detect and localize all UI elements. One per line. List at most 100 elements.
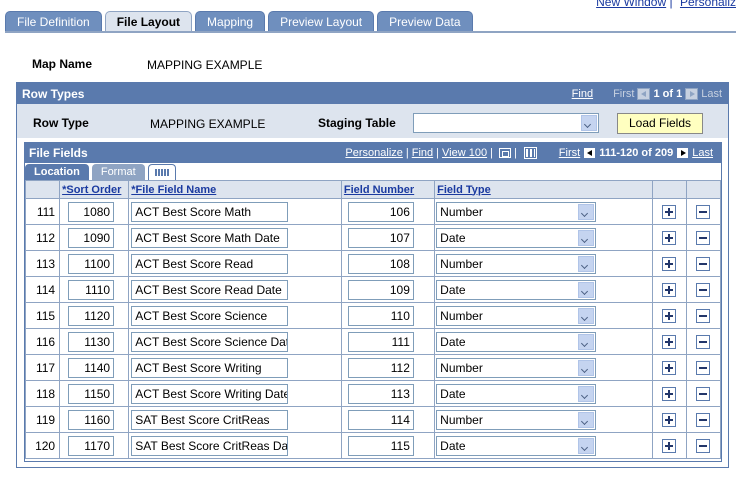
row-types-find-link[interactable]: Find <box>572 88 593 100</box>
field-type-select[interactable]: Number <box>436 253 597 274</box>
sort-order-input[interactable]: 1090 <box>68 227 115 248</box>
add-row-icon[interactable] <box>662 256 677 271</box>
file-field-name-input[interactable]: ACT Best Score Math <box>131 201 289 222</box>
file-fields-prev-icon[interactable] <box>583 147 597 159</box>
delete-row-icon[interactable] <box>696 334 711 349</box>
tab-format[interactable]: Format <box>91 164 145 180</box>
file-field-name-input[interactable]: ACT Best Score Math Date <box>131 227 289 248</box>
tab-location[interactable]: Location <box>25 164 89 180</box>
sort-order-input[interactable]: 1150 <box>68 383 115 404</box>
tab-preview-layout[interactable]: Preview Layout <box>268 11 375 32</box>
field-type-select[interactable]: Date <box>436 383 597 404</box>
sort-order-input[interactable]: 1080 <box>68 201 115 222</box>
field-number-input[interactable]: 115 <box>347 435 414 456</box>
personalize-link[interactable]: Personalize <box>345 143 402 163</box>
file-field-name-input[interactable]: ACT Best Score Writing <box>131 357 289 378</box>
download-grid-icon[interactable] <box>523 147 537 159</box>
file-fields-last-link[interactable]: Last <box>692 143 713 163</box>
tab-file-layout[interactable]: File Layout <box>104 11 193 32</box>
delete-row-icon[interactable] <box>696 360 711 375</box>
personalize-page-link[interactable]: Personaliz <box>680 0 736 9</box>
sort-order-input[interactable]: 1120 <box>68 305 115 326</box>
show-all-columns-icon[interactable] <box>147 164 176 180</box>
chevron-down-icon[interactable] <box>578 281 595 298</box>
file-field-name-input[interactable]: SAT Best Score CritReas Da <box>131 435 289 456</box>
field-number-input[interactable]: 108 <box>347 253 414 274</box>
file-field-name-input[interactable]: ACT Best Score Writing Date <box>131 383 289 404</box>
field-type-header[interactable]: Field Type <box>434 180 653 199</box>
file-field-name-input[interactable]: ACT Best Score Science <box>131 305 289 326</box>
field-type-select[interactable]: Number <box>436 201 597 222</box>
chevron-down-icon[interactable] <box>578 307 595 324</box>
chevron-down-icon[interactable] <box>578 203 595 220</box>
file-field-name-header[interactable]: *File Field Name <box>128 180 342 199</box>
sort-order-input[interactable]: 1100 <box>68 253 115 274</box>
delete-row-icon[interactable] <box>696 230 711 245</box>
tab-file-definition[interactable]: File Definition <box>5 11 102 32</box>
field-number-input[interactable]: 113 <box>347 383 414 404</box>
add-row-icon[interactable] <box>662 308 677 323</box>
field-number-input[interactable]: 107 <box>347 227 414 248</box>
chevron-down-icon[interactable] <box>581 115 597 131</box>
field-number-input[interactable]: 109 <box>347 279 414 300</box>
file-field-name-input[interactable]: ACT Best Score Read <box>131 253 289 274</box>
chevron-down-icon[interactable] <box>578 359 595 376</box>
add-row-icon[interactable] <box>662 438 677 453</box>
field-type-select[interactable]: Number <box>436 305 597 326</box>
chevron-down-icon[interactable] <box>578 229 595 246</box>
chevron-down-icon[interactable] <box>578 385 595 402</box>
sort-order-input[interactable]: 1130 <box>68 331 115 352</box>
view-100-link[interactable]: View 100 <box>442 143 487 163</box>
add-row-icon[interactable] <box>662 282 677 297</box>
tab-mapping[interactable]: Mapping <box>195 11 266 32</box>
sort-order-input[interactable]: 1140 <box>68 357 115 378</box>
file-field-name-input[interactable]: ACT Best Score Science Dat <box>131 331 289 352</box>
file-field-name-input[interactable]: ACT Best Score Read Date <box>131 279 289 300</box>
chevron-down-icon[interactable] <box>578 437 595 454</box>
field-type-select[interactable]: Date <box>436 435 597 456</box>
delete-row-icon[interactable] <box>696 412 711 427</box>
add-row-icon[interactable] <box>662 204 677 219</box>
sort-order-input[interactable]: 1170 <box>68 435 115 456</box>
file-fields-first-link[interactable]: First <box>559 143 580 163</box>
add-row-icon[interactable] <box>662 386 677 401</box>
field-type-select[interactable]: Date <box>436 331 597 352</box>
field-number-input[interactable]: 110 <box>347 305 414 326</box>
delete-row-icon[interactable] <box>696 204 711 219</box>
file-fields-next-icon[interactable] <box>676 147 690 159</box>
chevron-down-icon[interactable] <box>578 411 595 428</box>
sort-order-input[interactable]: 1160 <box>68 409 115 430</box>
view-window-icon[interactable] <box>498 148 511 158</box>
delete-row-icon[interactable] <box>696 256 711 271</box>
field-type-select[interactable]: Number <box>436 409 597 430</box>
delete-row-icon[interactable] <box>696 386 711 401</box>
file-field-name-input[interactable]: SAT Best Score CritReas <box>131 409 289 430</box>
field-type-select[interactable]: Date <box>436 279 597 300</box>
add-row-icon[interactable] <box>662 412 677 427</box>
sort-order-header[interactable]: *Sort Order <box>59 180 130 199</box>
add-row-icon[interactable] <box>662 360 677 375</box>
field-number-input[interactable]: 114 <box>347 409 414 430</box>
new-window-link[interactable]: New Window <box>596 0 666 9</box>
row-types-next-icon[interactable] <box>685 87 699 100</box>
add-row-icon[interactable] <box>662 230 677 245</box>
row-types-prev-icon[interactable] <box>637 87 651 100</box>
delete-row-icon[interactable] <box>696 282 711 297</box>
load-fields-button[interactable]: Load Fields <box>617 113 703 134</box>
chevron-down-icon[interactable] <box>578 333 595 350</box>
add-row-icon[interactable] <box>662 334 677 349</box>
file-fields-find-link[interactable]: Find <box>412 143 433 163</box>
staging-table-select[interactable] <box>413 113 599 133</box>
field-type-select[interactable]: Date <box>436 227 597 248</box>
field-number-input[interactable]: 112 <box>347 357 414 378</box>
tab-preview-data[interactable]: Preview Data <box>377 11 473 32</box>
field-type-select[interactable]: Number <box>436 357 597 378</box>
field-number-input[interactable]: 106 <box>347 201 414 222</box>
field-number-input[interactable]: 111 <box>347 331 414 352</box>
sort-order-input[interactable]: 1110 <box>68 279 115 300</box>
delete-row-icon[interactable] <box>696 308 711 323</box>
delete-row-icon[interactable] <box>696 438 711 453</box>
field-type-value: Number <box>440 360 483 375</box>
chevron-down-icon[interactable] <box>578 255 595 272</box>
field-number-header[interactable]: Field Number <box>340 180 436 199</box>
